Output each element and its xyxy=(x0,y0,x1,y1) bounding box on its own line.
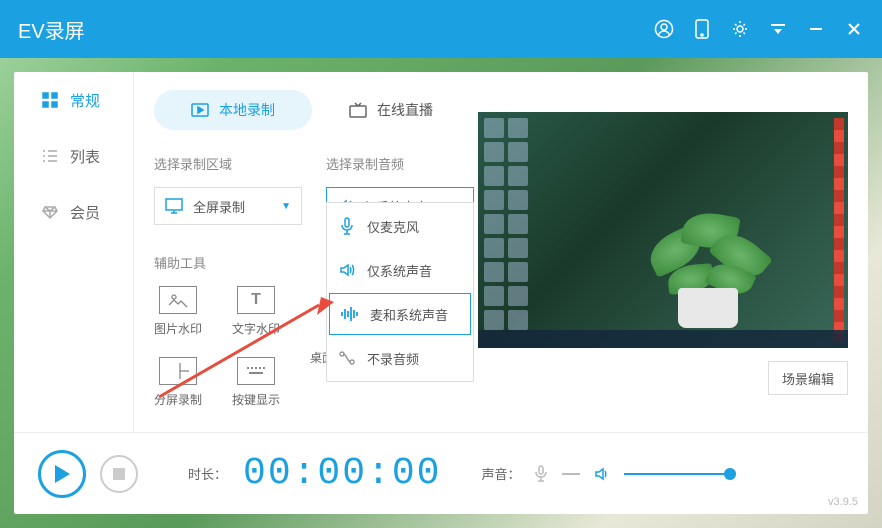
caret-down-icon: ▼ xyxy=(281,201,291,212)
audio-option-mic-only[interactable]: 仅麦克风 xyxy=(329,205,471,247)
soundwave-icon xyxy=(340,306,358,322)
sidebar-item-label: 会员 xyxy=(70,202,100,223)
option-label: 仅麦克风 xyxy=(367,217,419,236)
record-local-icon xyxy=(191,103,209,117)
record-area-dropdown[interactable]: 全屏录制 ▼ xyxy=(154,187,302,225)
preview-desktop-icons xyxy=(484,118,536,342)
stop-icon xyxy=(113,468,125,480)
sidebar-item-label: 列表 xyxy=(70,146,100,167)
aux-keypress-display[interactable]: 按键显示 xyxy=(232,357,280,408)
aux-image-watermark[interactable]: 图片水印 xyxy=(154,286,202,337)
record-button[interactable] xyxy=(38,450,86,498)
sidebar-item-general[interactable]: 常规 xyxy=(14,72,133,128)
preview-plant xyxy=(638,198,778,328)
mic-icon[interactable] xyxy=(534,465,548,483)
dropdown-icon[interactable] xyxy=(768,19,788,39)
sound-section: 声音： xyxy=(481,464,734,483)
tab-local-record[interactable]: 本地录制 xyxy=(154,90,312,130)
aux-item-label: 文字水印 xyxy=(232,320,280,337)
tab-live-stream[interactable]: 在线直播 xyxy=(312,90,470,130)
tv-icon xyxy=(349,102,367,118)
option-label: 麦和系统声音 xyxy=(370,305,448,324)
preview-panel xyxy=(478,112,848,348)
list-icon xyxy=(42,148,58,164)
title-bar-actions xyxy=(654,19,864,39)
option-label: 仅系统声音 xyxy=(367,261,432,280)
close-icon[interactable] xyxy=(844,19,864,39)
grid-icon xyxy=(42,92,58,108)
keyboard-icon xyxy=(237,357,275,385)
preview-taskbar xyxy=(478,330,848,348)
text-icon: T xyxy=(237,286,275,314)
mic-icon xyxy=(339,217,355,235)
stop-button[interactable] xyxy=(100,455,138,493)
scene-edit-label: 场景编辑 xyxy=(782,369,834,388)
speaker-icon[interactable] xyxy=(594,466,610,482)
record-audio-label: 选择录制音频 xyxy=(326,154,474,173)
volume-slider[interactable] xyxy=(624,473,734,475)
desktop-preview xyxy=(478,112,848,348)
minimize-icon[interactable] xyxy=(806,19,826,39)
aux-split-record[interactable]: 分屏录制 xyxy=(154,357,202,408)
mic-level-track[interactable] xyxy=(562,473,580,475)
footer-bar: 时长： 00:00:00 声音： v3.9.5 xyxy=(14,432,868,514)
monitor-icon xyxy=(165,198,183,214)
option-label: 不录音频 xyxy=(367,349,419,368)
diamond-icon xyxy=(42,204,58,220)
app-title: EV录屏 xyxy=(18,15,85,44)
tab-label: 本地录制 xyxy=(219,100,275,120)
image-icon xyxy=(159,286,197,314)
audio-option-system-only[interactable]: 仅系统声音 xyxy=(329,249,471,291)
sidebar-item-label: 常规 xyxy=(70,90,100,111)
duration-value: 00:00:00 xyxy=(243,452,441,495)
preview-side-strip xyxy=(834,118,844,342)
sidebar: 常规 列表 会员 xyxy=(14,72,134,432)
user-icon[interactable] xyxy=(654,19,674,39)
record-audio-col: 选择录制音频 仅系统声音 ▼ 仅麦克风 仅系统声音 xyxy=(326,154,474,225)
duration-label: 时长： xyxy=(188,464,227,483)
record-area-label: 选择录制区域 xyxy=(154,154,302,173)
main-area: 本地录制 在线直播 选择录制区域 全屏录制 ▼ 选择录制音频 xyxy=(134,72,868,432)
mobile-icon[interactable] xyxy=(692,19,712,39)
version-label: v3.9.5 xyxy=(828,496,858,508)
sound-label: 声音： xyxy=(481,464,520,483)
record-area-col: 选择录制区域 全屏录制 ▼ xyxy=(154,154,302,225)
audio-dropdown-menu: 仅麦克风 仅系统声音 麦和系统声音 不录音频 xyxy=(326,202,474,382)
aux-item-label: 分屏录制 xyxy=(154,391,202,408)
speaker-icon xyxy=(339,262,355,278)
audio-option-mic-and-system[interactable]: 麦和系统声音 xyxy=(329,293,471,335)
content-area: 常规 列表 会员 本地录制 在线直播 xyxy=(14,72,868,514)
sidebar-item-list[interactable]: 列表 xyxy=(14,128,133,184)
split-icon xyxy=(159,357,197,385)
volume-thumb[interactable] xyxy=(724,468,736,480)
aux-item-label: 图片水印 xyxy=(154,320,202,337)
aux-text-watermark[interactable]: T 文字水印 xyxy=(232,286,280,337)
tab-label: 在线直播 xyxy=(377,100,433,120)
settings-icon[interactable] xyxy=(730,19,750,39)
dropdown-value: 全屏录制 xyxy=(193,197,245,216)
app-window: EV录屏 常规 xyxy=(0,0,882,528)
audio-option-none[interactable]: 不录音频 xyxy=(329,337,471,379)
title-bar: EV录屏 xyxy=(0,0,882,58)
no-audio-icon xyxy=(339,350,355,366)
sidebar-item-member[interactable]: 会员 xyxy=(14,184,133,240)
play-icon xyxy=(53,464,71,484)
scene-edit-button[interactable]: 场景编辑 xyxy=(768,361,848,395)
aux-item-label: 按键显示 xyxy=(232,391,280,408)
